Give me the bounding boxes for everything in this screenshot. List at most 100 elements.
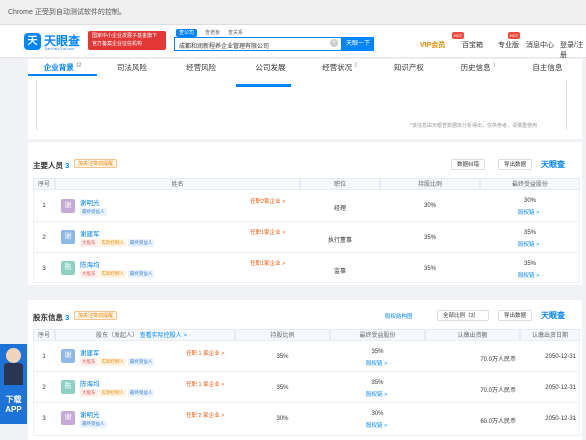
- person-name[interactable]: 谢建军: [80, 228, 100, 238]
- col-header: 序号: [33, 178, 55, 190]
- equity-chain-link[interactable]: 股权链 >: [518, 240, 539, 248]
- shareholder-name[interactable]: 谢建军: [80, 347, 100, 357]
- logo-mark: 天: [24, 33, 41, 50]
- row-number: 1: [42, 354, 46, 360]
- position: 执行董事: [327, 238, 352, 244]
- vip-link[interactable]: VIP会员: [420, 40, 445, 50]
- shareholders-follow-button[interactable]: 加关注变动提醒: [74, 311, 118, 320]
- equity-chain-link[interactable]: 股权链 >: [518, 208, 539, 216]
- related-companies-link[interactable]: 任职 1 家企业 >: [186, 349, 224, 357]
- equity-structure-link[interactable]: 股权结构图: [385, 312, 413, 320]
- row-number: 3: [42, 266, 46, 272]
- tab-background[interactable]: 企业背景 12: [28, 62, 98, 76]
- automation-infobar: Chrome 正受到自动测试软件的控制。: [0, 0, 586, 25]
- tab-development[interactable]: 公司发展: [236, 62, 305, 76]
- tab-history[interactable]: 历史信息 1: [444, 62, 513, 76]
- graph-axis: [36, 80, 37, 130]
- row-number: 2: [42, 235, 46, 241]
- avatar: 谢: [61, 199, 75, 213]
- subscribed-amount: 60.0万人民币: [480, 419, 516, 425]
- col-header: 认缴出资额: [425, 329, 520, 341]
- avatar: 谢: [61, 230, 75, 244]
- view-controller-link[interactable]: 查看实际控股人 >: [140, 333, 187, 339]
- final-share: 35%: [371, 380, 384, 386]
- graph-node-bar: [236, 84, 291, 87]
- banner-line1: 国家中小企业发展子基金旗下: [92, 33, 158, 39]
- col-header: 最终受益股份: [480, 178, 580, 190]
- nav-messages[interactable]: 消息中心: [526, 40, 554, 50]
- share-ratio: 30%: [423, 203, 436, 209]
- share-ratio: 35%: [276, 385, 289, 391]
- equity-chain-link[interactable]: 股权链 >: [518, 271, 539, 279]
- tag-beneficiary: 最终受益人: [127, 239, 155, 247]
- personnel-follow-button[interactable]: 加关注变动提醒: [74, 159, 118, 168]
- col-header: 持股比例: [235, 329, 330, 341]
- search-input[interactable]: 成都和润新程养企业管理有限公司: [174, 37, 342, 51]
- related-companies-link[interactable]: 任职1家企业 >: [250, 259, 285, 267]
- search-tab-boss[interactable]: 查老板: [205, 30, 220, 36]
- tab-self-info[interactable]: 自主信息: [513, 62, 582, 76]
- tag-controller: 实际控制人: [99, 239, 126, 247]
- subscribed-date: 2050-12-31: [545, 354, 576, 360]
- personnel-title: 主要人员 3: [33, 161, 70, 170]
- nav-pro[interactable]: 专业版: [498, 40, 519, 50]
- graph-axis: [566, 80, 567, 130]
- export-button[interactable]: 导出数据: [498, 310, 533, 321]
- position: 经理: [333, 206, 346, 212]
- tag-beneficiary: 最终受益人: [127, 389, 155, 397]
- tag-list: 最终受益人: [80, 420, 107, 428]
- related-companies-link[interactable]: 任职 1 家企业 >: [186, 380, 224, 388]
- equity-chain-link[interactable]: 股权链 >: [366, 359, 387, 367]
- avatar: 谢: [61, 349, 75, 363]
- tag-major: 大股东: [80, 239, 98, 247]
- equity-chain-link[interactable]: 股权链 >: [366, 421, 387, 429]
- subscribed-date: 2050-12-31: [545, 416, 576, 422]
- final-share: 30%: [523, 198, 536, 204]
- search-tab-relation[interactable]: 查关系: [228, 30, 243, 36]
- tab-judicial[interactable]: 司法风险: [97, 62, 166, 76]
- shareholder-name[interactable]: 谢明光: [80, 409, 100, 419]
- data-correct-button[interactable]: 数据纠错: [451, 159, 486, 170]
- shareholder-name[interactable]: 陈海均: [80, 378, 100, 388]
- export-button[interactable]: 导出数据: [498, 159, 533, 170]
- tag-beneficiary: 最终受益人: [127, 358, 155, 366]
- tag-controller: 实际控制人: [99, 358, 126, 366]
- related-companies-link[interactable]: 任职 2 家企业 >: [186, 411, 224, 419]
- promo-banner[interactable]: 国家中小企业发展子基金旗下 官方备案企业征信机构: [88, 31, 166, 50]
- share-ratio: 30%: [276, 416, 289, 422]
- avatar: 陈: [61, 380, 75, 394]
- col-header: 持股比例: [380, 178, 480, 190]
- tab-ip[interactable]: 知识产权: [374, 62, 443, 76]
- row-number: 2: [42, 385, 46, 391]
- final-share: 30%: [371, 411, 384, 417]
- person-name[interactable]: 谢明光: [80, 197, 100, 207]
- tag-beneficiary: 最终受益人: [127, 270, 155, 278]
- tab-operation-risk[interactable]: 经营风险: [167, 62, 236, 76]
- related-companies-link[interactable]: 任职2家企业 >: [250, 197, 285, 205]
- logo[interactable]: 天 天眼查 TianYanCha.com: [24, 30, 86, 54]
- tab-operation-status[interactable]: 经营状况 2: [305, 62, 374, 76]
- tag-list: 大股东 实际控制人 最终受益人: [80, 270, 155, 278]
- related-companies-link[interactable]: 任职1家企业 >: [250, 228, 285, 236]
- nav-login[interactable]: 登录/注册: [560, 40, 586, 60]
- person-figure-icon: [6, 348, 21, 363]
- download-label: 下载: [5, 395, 22, 404]
- nav-toolbox[interactable]: 百宝箱: [462, 40, 483, 50]
- search-button[interactable]: 天眼一下: [342, 37, 374, 51]
- ratio-filter-select[interactable]: 全部比例（3）: [437, 310, 489, 321]
- person-name[interactable]: 陈海均: [80, 259, 100, 269]
- clear-icon[interactable]: ×: [330, 39, 338, 47]
- tag-beneficiary: 最终受益人: [80, 208, 107, 216]
- download-app-widget[interactable]: 下载 APP: [0, 344, 27, 424]
- tag-beneficiary: 最终受益人: [80, 420, 107, 428]
- watermark-logo: 天眼查: [541, 160, 565, 169]
- search-tab-company[interactable]: 查公司: [176, 29, 198, 37]
- equity-chain-link[interactable]: 股权链 >: [366, 390, 387, 398]
- subscribed-amount: 70.0万人民币: [480, 357, 516, 363]
- col-header: 职位: [300, 178, 380, 190]
- row-number: 1: [42, 203, 46, 209]
- tag-controller: 实际控制人: [99, 389, 126, 397]
- shareholders-title: 股东信息 3: [33, 313, 70, 322]
- hot-badge: HOT: [452, 32, 464, 39]
- watermark-logo: 天眼查: [541, 311, 565, 320]
